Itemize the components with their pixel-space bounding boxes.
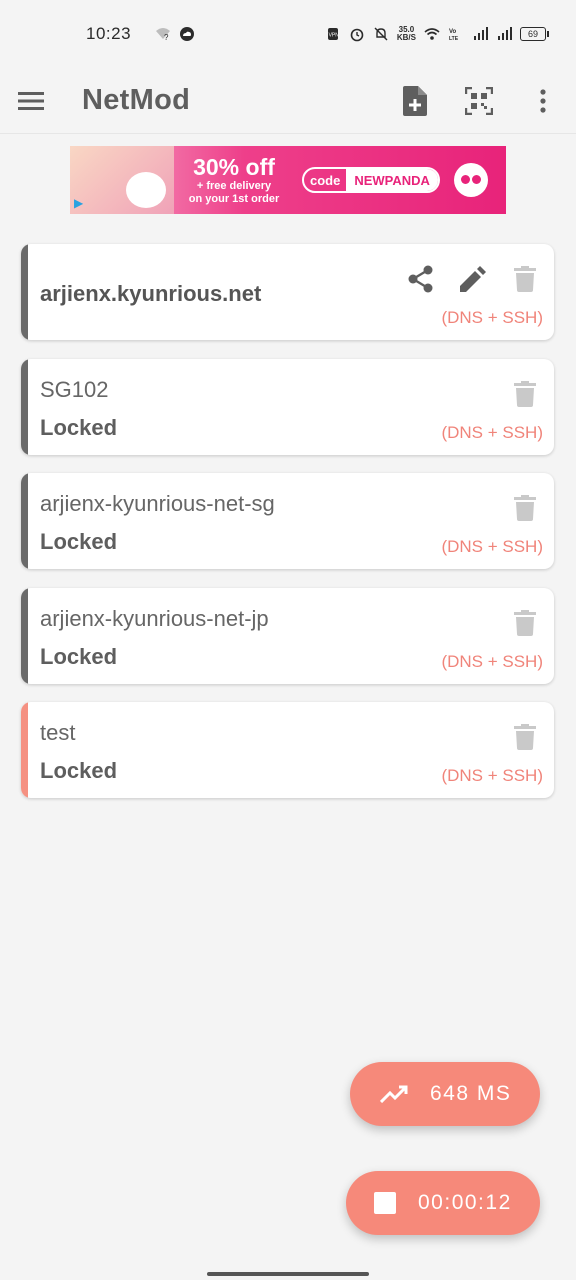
- server-type: (DNS + SSH): [441, 537, 543, 556]
- server-type: (DNS + SSH): [441, 652, 543, 671]
- timer-label: 00:00:12: [418, 1191, 512, 1214]
- card-actions: [510, 722, 540, 752]
- server-status: Locked: [40, 644, 118, 669]
- svg-text:LTE: LTE: [449, 36, 459, 42]
- delete-icon[interactable]: [510, 722, 540, 752]
- server-name: arjienx-kyunrious-net-jp: [40, 606, 269, 631]
- more-vert-icon[interactable]: [528, 86, 558, 116]
- server-card-1[interactable]: SG102 Locked (DNS + SSH): [21, 359, 554, 455]
- server-card-4[interactable]: test Locked (DNS + SSH): [21, 702, 554, 798]
- server-name: arjienx-kyunrious-net-sg: [40, 491, 275, 516]
- ad-choices-icon[interactable]: ▶: [74, 196, 88, 210]
- menu-icon[interactable]: [16, 86, 46, 116]
- volte-icon: VoLTE: [449, 29, 459, 42]
- server-status: Locked: [40, 529, 118, 554]
- status-bar: 10:23 ? VPN 35.0 KB/S Vo LTE 69: [0, 0, 576, 68]
- mute-icon: [374, 27, 388, 41]
- stop-connection-button[interactable]: 00:00:12: [346, 1171, 540, 1235]
- edit-icon[interactable]: [458, 264, 488, 294]
- home-indicator[interactable]: [207, 1272, 369, 1276]
- card-accent-bar: [21, 359, 28, 455]
- ad-code-label: code: [310, 172, 341, 188]
- delete-icon[interactable]: [510, 493, 540, 523]
- delete-icon[interactable]: [510, 264, 540, 294]
- wifi-question-icon: ?: [156, 28, 171, 42]
- app-bar: NetMod: [0, 68, 576, 134]
- server-type: (DNS + SSH): [441, 308, 543, 327]
- vpn-icon: VPN: [327, 28, 339, 40]
- alarm-icon: [350, 28, 364, 42]
- server-name: test: [40, 720, 76, 745]
- server-card-3[interactable]: arjienx-kyunrious-net-jp Locked (DNS + S…: [21, 588, 554, 684]
- server-card-2[interactable]: arjienx-kyunrious-net-sg Locked (DNS + S…: [21, 473, 554, 569]
- ad-subline-1: + free delivery: [196, 179, 272, 192]
- ad-subline-2: on your 1st order: [188, 192, 280, 205]
- ad-banner[interactable]: ▶ 30% off + free delivery on your 1st or…: [70, 146, 506, 214]
- net-speed-unit: KB/S: [396, 33, 416, 42]
- ad-headline: 30% off + free delivery on your 1st orde…: [174, 153, 294, 205]
- card-accent-bar: [21, 588, 28, 684]
- card-accent-bar: [21, 702, 28, 798]
- cloud-icon: [180, 27, 195, 41]
- card-actions: [406, 264, 540, 294]
- server-type: (DNS + SSH): [441, 423, 543, 442]
- server-type: (DNS + SSH): [441, 766, 543, 785]
- card-accent-bar: [21, 244, 28, 340]
- battery-icon: 69: [520, 27, 549, 41]
- battery-level: 69: [527, 29, 538, 39]
- new-file-icon[interactable]: [400, 85, 430, 116]
- stop-icon: [374, 1192, 396, 1214]
- card-actions: [510, 608, 540, 638]
- app-title: NetMod: [82, 84, 191, 116]
- status-left-icons: ?: [155, 26, 195, 42]
- wifi-icon: [424, 28, 440, 40]
- svg-text:Vo: Vo: [449, 29, 457, 35]
- ad-code-value: NEWPANDA: [346, 169, 438, 191]
- svg-text:?: ?: [164, 33, 169, 42]
- delete-icon[interactable]: [510, 379, 540, 409]
- card-actions: [510, 379, 540, 409]
- server-card-0[interactable]: arjienx.kyunrious.net (DNS + SSH): [21, 244, 554, 340]
- ad-photo: ▶: [70, 146, 174, 214]
- status-right: VPN 35.0 KB/S Vo LTE 69: [325, 26, 549, 42]
- ad-promo-code: code NEWPANDA: [302, 167, 440, 193]
- signal-icon: [498, 27, 512, 40]
- svg-text:VPN: VPN: [328, 33, 339, 39]
- server-name: SG102: [40, 377, 109, 402]
- card-actions: [510, 493, 540, 523]
- app-actions: [400, 85, 560, 116]
- trending-up-icon: [380, 1085, 408, 1103]
- ping-label: 648 MS: [430, 1082, 512, 1105]
- ping-button[interactable]: 648 MS: [350, 1062, 540, 1126]
- panda-logo-icon: [453, 163, 488, 197]
- card-accent-bar: [21, 473, 28, 569]
- server-status: Locked: [40, 415, 118, 440]
- share-icon[interactable]: [406, 264, 436, 294]
- server-name: arjienx.kyunrious.net: [40, 281, 262, 306]
- qr-code-icon[interactable]: [464, 86, 494, 116]
- server-status: Locked: [40, 758, 118, 783]
- delete-icon[interactable]: [510, 608, 540, 638]
- signal-icon: [474, 27, 488, 40]
- net-speed: 35.0 KB/S: [397, 26, 416, 42]
- ad-headline-text: 30% off: [193, 153, 275, 180]
- status-time: 10:23: [86, 24, 132, 43]
